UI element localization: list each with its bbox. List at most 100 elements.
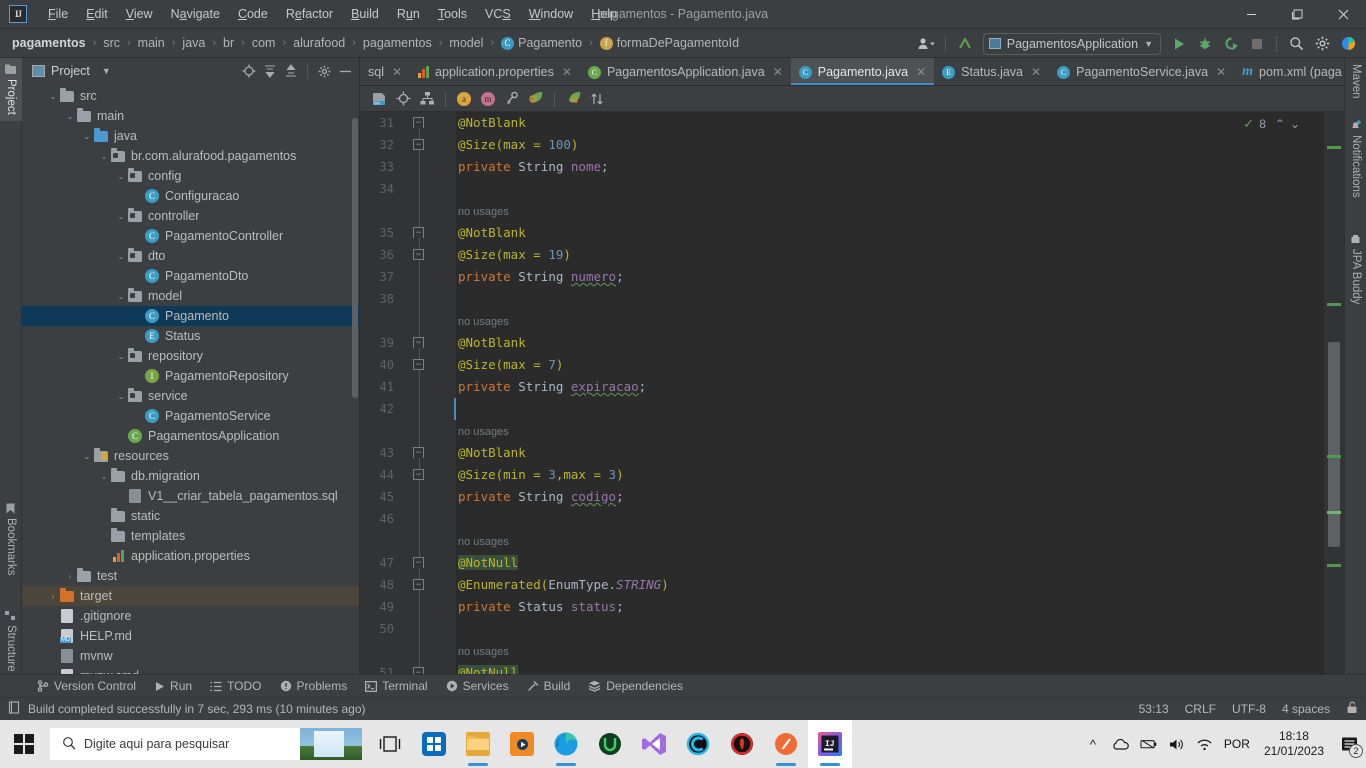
code-line[interactable]: no usages xyxy=(456,530,1344,552)
editor-tab[interactable]: application.properties ✕ xyxy=(410,58,580,85)
editor-tab[interactable]: C Pagamento.java ✕ xyxy=(790,58,935,85)
sidebar-item-bookmarks[interactable]: Bookmarks xyxy=(0,497,22,582)
bottom-tab-run[interactable]: Run xyxy=(145,677,201,695)
user-account-icon[interactable] xyxy=(914,32,938,56)
tree-expand-arrow[interactable]: ⌄ xyxy=(98,150,110,162)
ddl-icon[interactable]: DDL xyxy=(368,89,390,109)
tab-close-icon[interactable]: ✕ xyxy=(1216,65,1226,79)
tree-item[interactable]: ⌄ resources xyxy=(22,446,359,466)
code-line[interactable]: @Size(min = 3,max = 3) xyxy=(456,464,1344,486)
menu-item-edit[interactable]: Edit xyxy=(77,3,117,25)
tree-item[interactable]: › test xyxy=(22,566,359,586)
tree-expand-arrow[interactable] xyxy=(47,610,59,622)
tree-expand-arrow[interactable]: ⌄ xyxy=(115,390,127,402)
code-line[interactable]: @Enumerated(EnumType.STRING) xyxy=(456,574,1344,596)
tree-item[interactable]: HELP.md xyxy=(22,626,359,646)
code-line[interactable]: private String numero; xyxy=(456,266,1344,288)
tree-item[interactable]: ⌄ dto xyxy=(22,246,359,266)
sort-icon[interactable] xyxy=(586,89,608,109)
breadcrumb-item-field[interactable]: f formaDePagamentoId xyxy=(596,34,743,52)
select-opened-file-icon[interactable] xyxy=(239,61,259,81)
tray-expand-icon[interactable]: ^ xyxy=(1084,737,1102,752)
key-icon[interactable] xyxy=(501,89,523,109)
tab-close-icon[interactable]: ✕ xyxy=(773,65,783,79)
menu-item-file[interactable]: File xyxy=(39,3,77,25)
breadcrumb-item-com[interactable]: com xyxy=(248,34,280,52)
tree-expand-arrow[interactable] xyxy=(132,370,144,382)
tree-item[interactable]: I PagamentoRepository xyxy=(22,366,359,386)
code-fold-marker[interactable]: − xyxy=(413,227,424,238)
media-player-icon[interactable] xyxy=(500,720,544,768)
editor-tab[interactable]: m pom.xml (paga xyxy=(1234,58,1344,85)
code-line[interactable]: private Status status; xyxy=(456,596,1344,618)
tree-item[interactable]: ⌄ service xyxy=(22,386,359,406)
search-everywhere-icon[interactable] xyxy=(1284,32,1308,56)
file-explorer-icon[interactable] xyxy=(456,720,500,768)
code-line[interactable]: private String expiracao; xyxy=(456,376,1344,398)
tree-item[interactable]: C PagamentosApplication xyxy=(22,426,359,446)
line-separator[interactable]: CRLF xyxy=(1185,702,1216,716)
sidebar-item-notifications[interactable]: Notifications xyxy=(1345,114,1366,204)
project-panel-title[interactable]: Project ▼ xyxy=(32,64,111,78)
minimize-button[interactable] xyxy=(1228,0,1274,29)
target-icon[interactable] xyxy=(392,89,414,109)
tree-item[interactable]: E Status xyxy=(22,326,359,346)
code-fold-marker[interactable]: − xyxy=(413,117,424,128)
sidebar-item-project[interactable]: Project xyxy=(0,58,22,121)
run-with-coverage-icon[interactable] xyxy=(1219,32,1243,56)
code-line[interactable]: @NotNull xyxy=(456,552,1344,574)
tree-item[interactable]: .gitignore xyxy=(22,606,359,626)
breadcrumb-item-main[interactable]: main xyxy=(134,34,169,52)
expand-all-icon[interactable] xyxy=(260,61,280,81)
tree-expand-arrow[interactable] xyxy=(98,530,110,542)
attribute-icon[interactable]: a xyxy=(453,89,475,109)
menu-item-code[interactable]: Code xyxy=(229,3,277,25)
tree-expand-arrow[interactable]: ⌄ xyxy=(98,470,110,482)
menu-item-view[interactable]: View xyxy=(117,3,162,25)
microsoft-store-icon[interactable] xyxy=(412,720,456,768)
tree-expand-arrow[interactable]: ⌄ xyxy=(81,450,93,462)
tree-item[interactable]: static xyxy=(22,506,359,526)
sidebar-item-structure[interactable]: Structure xyxy=(0,604,22,678)
tree-item[interactable]: mvnw xyxy=(22,646,359,666)
onedrive-icon[interactable] xyxy=(1112,738,1130,751)
menu-item-build[interactable]: Build xyxy=(342,3,388,25)
code-line[interactable] xyxy=(456,288,1344,310)
run-icon[interactable] xyxy=(1167,32,1191,56)
tree-expand-arrow[interactable]: ⌄ xyxy=(64,110,76,122)
code-line[interactable]: no usages xyxy=(456,310,1344,332)
visual-studio-icon[interactable] xyxy=(632,720,676,768)
bottom-tab-version-control[interactable]: Version Control xyxy=(28,677,145,695)
taskbar-clock[interactable]: 18:18 21/01/2023 xyxy=(1260,729,1328,759)
tree-expand-arrow[interactable] xyxy=(115,430,127,442)
code-fold-marker[interactable]: − xyxy=(413,557,424,568)
inspection-next-icon[interactable]: ⌄ xyxy=(1290,117,1300,131)
red-app-icon[interactable] xyxy=(720,720,764,768)
sidebar-item-maven[interactable]: Maven xyxy=(1345,58,1366,105)
build-status[interactable]: Build completed successfully in 7 sec, 2… xyxy=(8,701,366,717)
tree-item[interactable]: V1__criar_tabela_pagamentos.sql xyxy=(22,486,359,506)
tree-item[interactable]: C PagamentoService xyxy=(22,406,359,426)
tree-item[interactable]: ⌄ br.com.alurafood.pagamentos xyxy=(22,146,359,166)
wifi-icon[interactable] xyxy=(1196,738,1214,751)
debug-icon[interactable] xyxy=(1193,32,1217,56)
windows-start-icon[interactable] xyxy=(0,720,48,768)
menu-item-navigate[interactable]: Navigate xyxy=(162,3,229,25)
chevron-down-icon[interactable]: ▼ xyxy=(102,66,111,76)
code-line[interactable] xyxy=(456,398,1344,420)
bottom-tab-problems[interactable]: Problems xyxy=(271,677,357,695)
unlocked-icon[interactable] xyxy=(1346,701,1358,717)
project-tree[interactable]: ⌄ src ⌄ main ⌄ java ⌄ br.com.alurafood.pagament… xyxy=(22,84,359,688)
orange-app-icon[interactable] xyxy=(764,720,808,768)
code-fold-marker[interactable]: − xyxy=(413,447,424,458)
tree-expand-arrow[interactable]: ⌄ xyxy=(115,290,127,302)
jpa-entity-icon[interactable] xyxy=(562,89,584,109)
c-app-icon[interactable] xyxy=(676,720,720,768)
code-line[interactable]: private String codigo; xyxy=(456,486,1344,508)
tab-close-icon[interactable]: ✕ xyxy=(1031,65,1041,79)
code-line[interactable]: @NotBlank xyxy=(456,442,1344,464)
breadcrumb-item-project[interactable]: pagamentos xyxy=(8,34,90,52)
code-fold-marker[interactable]: − xyxy=(413,337,424,348)
code-editor[interactable]: 31−32−33 34 35−36−37 38 39−40−41 42 43−44−45 46… xyxy=(360,112,1344,688)
code-line[interactable]: no usages xyxy=(456,640,1344,662)
